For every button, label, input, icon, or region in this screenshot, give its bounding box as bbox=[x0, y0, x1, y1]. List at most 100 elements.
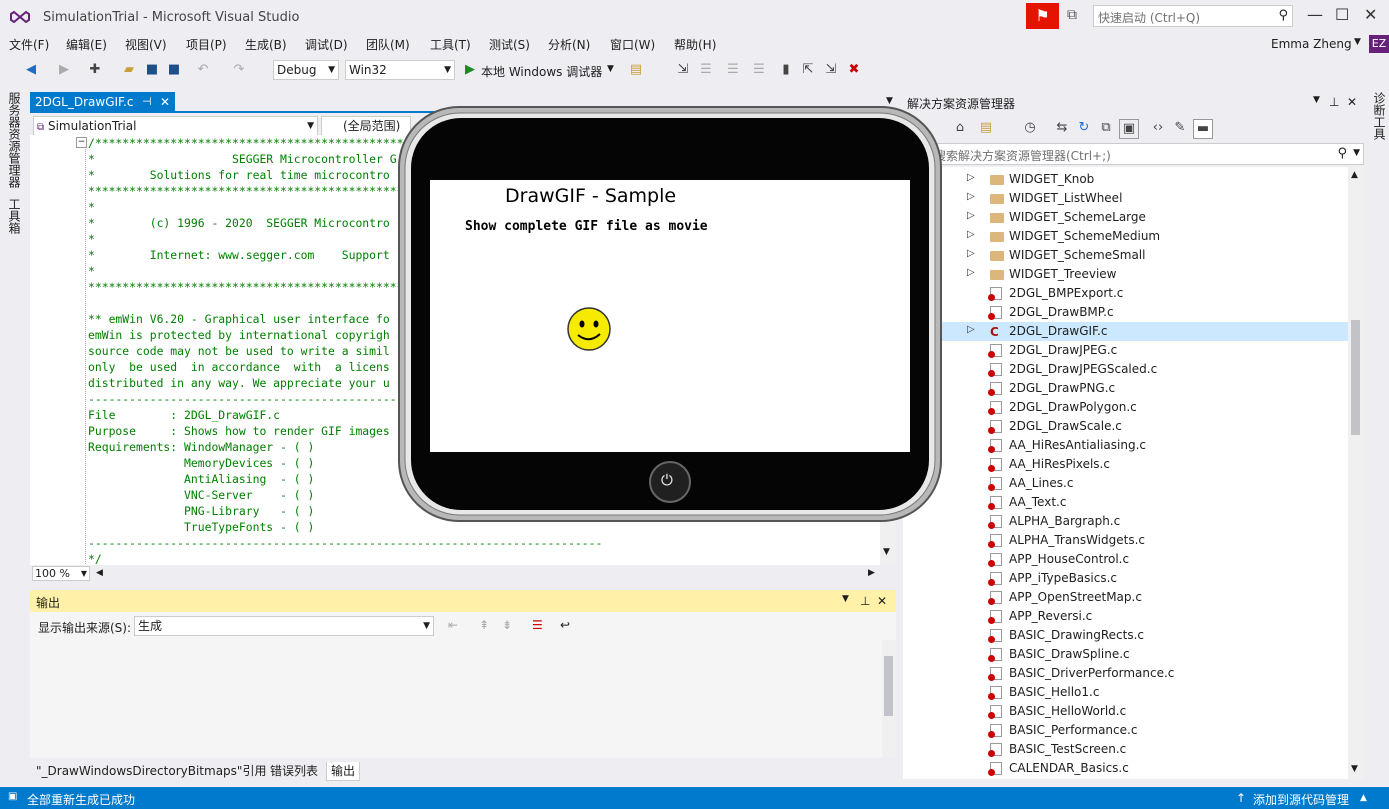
collapse-toggle[interactable]: − bbox=[76, 137, 87, 148]
preview-icon[interactable]: ▬ bbox=[1193, 119, 1213, 139]
sync-icon[interactable]: ⇆ bbox=[1053, 119, 1071, 137]
menu-build[interactable]: 生成(B) bbox=[245, 36, 287, 53]
properties-icon[interactable]: ✎ bbox=[1171, 119, 1189, 137]
close-icon[interactable]: ✕ bbox=[1347, 95, 1357, 109]
new-project-icon[interactable]: ✚ bbox=[86, 61, 104, 79]
menu-debug[interactable]: 调试(D) bbox=[305, 36, 348, 53]
forward-icon[interactable]: ▶ bbox=[55, 61, 73, 79]
panel-menu-icon[interactable]: ▼ bbox=[1313, 95, 1320, 105]
tree-folder[interactable]: ▷ WIDGET_SchemeLarge bbox=[903, 208, 1348, 227]
expand-icon[interactable]: ▷ bbox=[967, 210, 975, 221]
tab-output[interactable]: 输出 bbox=[326, 762, 361, 781]
save-all-icon[interactable]: ■ bbox=[165, 61, 183, 79]
redo-icon[interactable]: ↷ bbox=[230, 61, 248, 79]
undo-icon[interactable]: ↶ bbox=[194, 61, 212, 79]
toolbox-tab[interactable]: 工具箱 bbox=[6, 198, 23, 234]
show-all-files-icon[interactable]: ▣ bbox=[1119, 119, 1139, 139]
clear-all-icon[interactable]: ☰ bbox=[532, 618, 543, 632]
tree-file[interactable]: AA_HiResPixels.c bbox=[903, 455, 1348, 474]
project-dropdown[interactable]: ⧉ SimulationTrial ▼ bbox=[33, 116, 318, 136]
scroll-down-icon[interactable]: ▼ bbox=[1351, 764, 1358, 774]
collapse-all-icon[interactable]: ⧉ bbox=[1097, 119, 1115, 137]
scroll-right-icon[interactable]: ▶ bbox=[868, 568, 875, 578]
emwin-simulator-window[interactable]: DrawGIF - Sample Show complete GIF file … bbox=[396, 104, 944, 524]
browse-icon[interactable]: ▤ bbox=[627, 61, 645, 79]
prev-message-icon[interactable]: ⇞ bbox=[479, 618, 489, 632]
maximize-button[interactable]: ☐ bbox=[1335, 5, 1349, 24]
quick-launch-input[interactable]: 快速启动 (Ctrl+Q) ⚲ bbox=[1093, 5, 1293, 27]
menu-view[interactable]: 视图(V) bbox=[125, 36, 167, 53]
solution-config-dropdown[interactable]: Debug ▼ bbox=[273, 60, 339, 80]
tree-folder[interactable]: ▷ WIDGET_SchemeMedium bbox=[903, 227, 1348, 246]
tree-folder[interactable]: ▷ WIDGET_SchemeSmall bbox=[903, 246, 1348, 265]
avatar[interactable]: EZ bbox=[1369, 35, 1389, 53]
comment-icon[interactable]: ☰ bbox=[724, 61, 742, 79]
expand-icon[interactable]: ▷ bbox=[967, 324, 975, 335]
menu-team[interactable]: 团队(M) bbox=[366, 36, 410, 53]
next-message-icon[interactable]: ⇟ bbox=[502, 618, 512, 632]
menu-edit[interactable]: 编辑(E) bbox=[66, 36, 107, 53]
server-explorer-tab[interactable]: 服务器资源管理器 bbox=[6, 92, 23, 188]
output-scroll-thumb[interactable] bbox=[884, 656, 893, 716]
find-message-icon[interactable]: ⇤ bbox=[448, 618, 458, 632]
tree-file[interactable]: 2DGL_DrawScale.c bbox=[903, 417, 1348, 436]
close-button[interactable]: ✕ bbox=[1364, 5, 1377, 24]
tree-file[interactable]: ALPHA_TransWidgets.c bbox=[903, 531, 1348, 550]
platform-dropdown[interactable]: Win32 ▼ bbox=[345, 60, 455, 80]
bookmark-icon[interactable]: ▮ bbox=[777, 61, 795, 79]
tree-file[interactable]: AA_Text.c bbox=[903, 493, 1348, 512]
tree-file[interactable]: APP_iTypeBasics.c bbox=[903, 569, 1348, 588]
tree-file[interactable]: BASIC_HelloWorld.c bbox=[903, 702, 1348, 721]
menu-test[interactable]: 测试(S) bbox=[489, 36, 530, 53]
expand-icon[interactable]: ▷ bbox=[967, 172, 975, 183]
chevron-up-icon[interactable]: ▲ bbox=[1360, 793, 1367, 803]
output-text-area[interactable] bbox=[30, 640, 896, 758]
tree-file[interactable]: 2DGL_DrawJPEG.c bbox=[903, 341, 1348, 360]
pin-icon[interactable]: ⊥ bbox=[860, 594, 870, 608]
switch-view-icon[interactable]: ▤ bbox=[977, 119, 995, 137]
play-icon[interactable]: ▶ bbox=[461, 61, 479, 79]
tree-file[interactable]: APP_Reversi.c bbox=[903, 607, 1348, 626]
solution-scrollbar[interactable]: ▲ ▼ bbox=[1348, 167, 1364, 779]
tree-file[interactable]: 2DGL_DrawBMP.c bbox=[903, 303, 1348, 322]
run-dropdown-icon[interactable]: ▼ bbox=[607, 64, 614, 74]
menu-window[interactable]: 窗口(W) bbox=[610, 36, 655, 53]
solution-scroll-thumb[interactable] bbox=[1351, 320, 1360, 435]
menu-file[interactable]: 文件(F) bbox=[9, 36, 49, 53]
indent-icon[interactable]: ☰ bbox=[697, 61, 715, 79]
scroll-left-icon[interactable]: ◀ bbox=[96, 568, 103, 578]
pin-icon[interactable]: ⊥ bbox=[1329, 95, 1339, 109]
tree-file[interactable]: BASIC_TestScreen.c bbox=[903, 740, 1348, 759]
tab-references[interactable]: "_DrawWindowsDirectoryBitmaps"引用 bbox=[32, 762, 270, 780]
tree-file[interactable]: 2DGL_DrawPNG.c bbox=[903, 379, 1348, 398]
tree-folder[interactable]: ▷ WIDGET_Knob bbox=[903, 170, 1348, 189]
refresh-icon[interactable]: ↻ bbox=[1075, 119, 1093, 137]
save-icon[interactable]: ■ bbox=[143, 61, 161, 79]
prev-bookmark-icon[interactable]: ⇱ bbox=[799, 61, 817, 79]
add-to-source-control-button[interactable]: 添加到源代码管理 bbox=[1253, 791, 1349, 808]
word-wrap-icon[interactable]: ↩ bbox=[560, 618, 570, 632]
next-bookmark-icon[interactable]: ⇲ bbox=[822, 61, 840, 79]
expand-icon[interactable]: ▷ bbox=[967, 229, 975, 240]
tree-file[interactable]: ALPHA_Bargraph.c bbox=[903, 512, 1348, 531]
tree-file[interactable]: BASIC_Performance.c bbox=[903, 721, 1348, 740]
tree-file[interactable]: APP_OpenStreetMap.c bbox=[903, 588, 1348, 607]
user-name[interactable]: Emma Zheng bbox=[1271, 37, 1352, 51]
minimize-button[interactable]: — bbox=[1307, 5, 1323, 24]
menu-help[interactable]: 帮助(H) bbox=[674, 36, 716, 53]
menu-analyze[interactable]: 分析(N) bbox=[548, 36, 590, 53]
tree-file[interactable]: BASIC_Hello1.c bbox=[903, 683, 1348, 702]
diagnostic-tools-tab[interactable]: 诊断工具 bbox=[1371, 92, 1388, 140]
close-icon[interactable]: ✕ bbox=[160, 95, 170, 109]
close-icon[interactable]: ✕ bbox=[877, 594, 887, 608]
menu-project[interactable]: 项目(P) bbox=[186, 36, 227, 53]
scroll-up-icon[interactable]: ▲ bbox=[1351, 170, 1358, 180]
home-icon[interactable]: ⌂ bbox=[951, 119, 969, 137]
step-icon[interactable]: ⇲ bbox=[674, 61, 692, 79]
output-source-dropdown[interactable]: 生成 ▼ bbox=[134, 616, 434, 636]
tree-file[interactable]: BASIC_DrawingRects.c bbox=[903, 626, 1348, 645]
tree-file[interactable]: ▷ C 2DGL_DrawGIF.c bbox=[903, 322, 1348, 341]
tab-2dgl-drawgif[interactable]: 2DGL_DrawGIF.c ⊣ ✕ bbox=[30, 92, 175, 112]
scroll-down-icon[interactable]: ▼ bbox=[883, 547, 890, 557]
user-dropdown-icon[interactable]: ▼ bbox=[1354, 37, 1361, 47]
